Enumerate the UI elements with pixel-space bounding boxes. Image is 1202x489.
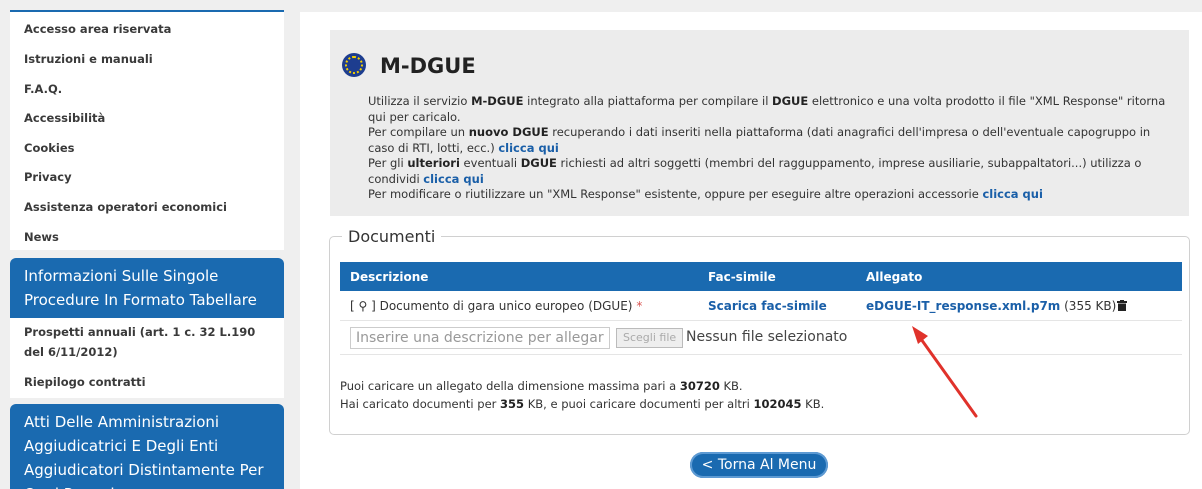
clicca-qui-modifica-link[interactable]: clicca qui [982, 187, 1042, 201]
sidebar-item-accessibilita[interactable]: Accessibilità [24, 111, 105, 125]
sidebar-item-cookies[interactable]: Cookies [24, 141, 74, 155]
main-content: M-DGUE Utilizza il servizio M-DGUE integ… [300, 12, 1202, 489]
upload-row: Scegli file Nessun file selezionato [340, 323, 1182, 355]
documenti-legend: Documenti [342, 227, 442, 246]
sidebar-menu-main: Accesso area riservata Istruzioni e manu… [10, 10, 284, 250]
allegato-size: (355 KB) [1064, 299, 1117, 313]
eu-flag-icon [342, 53, 366, 77]
sidebar-item-assistenza[interactable]: Assistenza operatori economici [24, 200, 227, 214]
header-descrizione: Descrizione [350, 270, 429, 284]
trash-icon[interactable] [1117, 300, 1128, 311]
scegli-file-button[interactable]: Scegli file [616, 328, 684, 348]
row-descrizione: [ ⚲ ] Documento di gara unico europeo (D… [350, 299, 643, 313]
sidebar-item-news[interactable]: News [24, 230, 59, 244]
sidebar-item-faq[interactable]: F.A.Q. [24, 82, 62, 96]
scarica-facsimile-link[interactable]: Scarica fac-simile [708, 299, 827, 313]
allegato-file-link[interactable]: eDGUE-IT_response.xml.p7m [866, 299, 1060, 313]
clicca-qui-ulteriori-link[interactable]: clicca qui [423, 172, 483, 186]
descrizione-allegato-input[interactable] [350, 327, 610, 349]
mdgue-paragraph-1: Utilizza il servizio M-DGUE integrato al… [368, 94, 1166, 124]
sidebar-item-prospetti[interactable]: Prospetti annuali (art. 1 c. 32 L.190 de… [24, 322, 264, 362]
sidebar-heading-informazioni[interactable]: Informazioni Sulle Singole Procedure In … [10, 258, 284, 318]
table-row: [ ⚲ ] Documento di gara unico europeo (D… [340, 292, 1182, 321]
upload-info: Puoi caricare un allegato della dimensio… [340, 377, 824, 413]
documenti-fieldset: Documenti Descrizione Fac-simile Allegat… [329, 227, 1190, 435]
table-header: Descrizione Fac-simile Allegato [340, 262, 1182, 291]
required-marker: * [636, 299, 643, 313]
row-allegato: eDGUE-IT_response.xml.p7m (355 KB) [866, 299, 1128, 313]
mdgue-paragraph-2: Per compilare un nuovo DGUE recuperando … [368, 125, 1151, 155]
mdgue-title: M-DGUE [380, 54, 476, 78]
header-facsimile: Fac-simile [708, 270, 776, 284]
sidebar-item-istruzioni[interactable]: Istruzioni e manuali [24, 52, 153, 66]
sidebar-item-accesso[interactable]: Accesso area riservata [24, 22, 171, 36]
mdgue-paragraph-3: Per gli ulteriori eventuali DGUE richies… [368, 156, 1142, 186]
clicca-qui-nuovo-link[interactable]: clicca qui [498, 141, 558, 155]
file-status-label: Nessun file selezionato [686, 329, 848, 345]
mdgue-paragraph-4: Per modificare o riutilizzare un "XML Re… [368, 187, 1043, 201]
header-allegato: Allegato [866, 270, 923, 284]
sidebar-heading-atti[interactable]: Atti Delle Amministrazioni Aggiudicatric… [10, 404, 284, 489]
mdgue-panel: M-DGUE Utilizza il servizio M-DGUE integ… [330, 30, 1189, 216]
upload-usage-text: Hai caricato documenti per 355 KB, e puo… [340, 397, 825, 411]
sidebar-item-privacy[interactable]: Privacy [24, 170, 72, 184]
upload-limit-text: Puoi caricare un allegato della dimensio… [340, 379, 743, 393]
sidebar-menu-informazioni: Prospetti annuali (art. 1 c. 32 L.190 de… [10, 318, 284, 398]
sidebar-item-riepilogo[interactable]: Riepilogo contratti [24, 372, 264, 392]
torna-al-menu-button[interactable]: < Torna Al Menu [690, 452, 828, 478]
sidebar: Accesso area riservata Istruzioni e manu… [10, 0, 284, 489]
mdgue-description: Utilizza il servizio M-DGUE integrato al… [368, 94, 1176, 203]
